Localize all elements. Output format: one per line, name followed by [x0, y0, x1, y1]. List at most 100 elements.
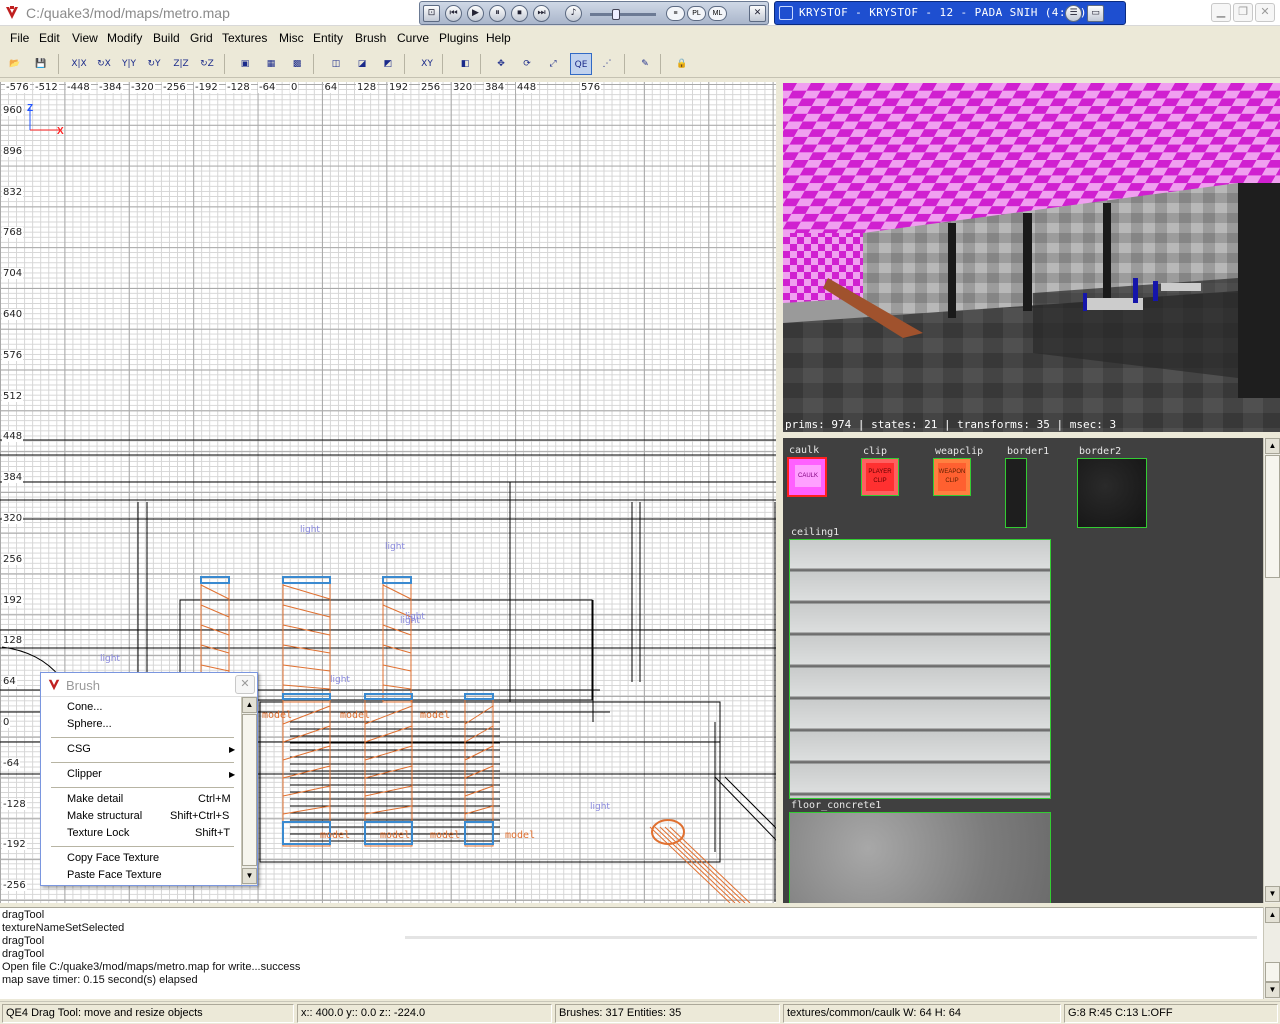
next-icon[interactable]: ⏭ [533, 5, 550, 22]
scroll-thumb[interactable] [1265, 455, 1280, 578]
scroll-thumb[interactable] [1265, 962, 1280, 982]
console-scrollbar[interactable]: ▲ ▼ [1263, 907, 1280, 999]
model-wire [382, 584, 412, 600]
railing-wire [669, 826, 751, 903]
menu-item-csg[interactable]: CSG [67, 743, 91, 755]
menu-item-sphere[interactable]: Sphere... [67, 718, 112, 730]
menu-plugins[interactable]: Plugins [439, 31, 478, 45]
rotate-z-icon[interactable]: ↻Z [196, 53, 218, 75]
light-entity-label: light [590, 802, 610, 812]
menu-grid[interactable]: Grid [190, 31, 213, 45]
v-axis-tick: 896 [2, 145, 24, 157]
texture-thumb-label: WEAPON CLIP [938, 463, 966, 491]
save-icon[interactable]: 💾 [30, 53, 52, 75]
rotate-icon[interactable]: ⟳ [516, 53, 538, 75]
menu-item-make-detail[interactable]: Make detail [67, 793, 123, 805]
scroll-down-icon[interactable]: ▼ [1265, 982, 1280, 998]
csg-subtract-icon[interactable]: ◪ [351, 53, 373, 75]
railing-wire [654, 826, 736, 903]
menu-bar: File Edit View Modify Build Grid Texture… [0, 27, 1280, 49]
flip-x-icon[interactable]: X|X [68, 53, 90, 75]
csg-merge-icon[interactable]: ◩ [377, 53, 399, 75]
menu-edit[interactable]: Edit [39, 31, 60, 45]
menu-misc[interactable]: Misc [279, 31, 304, 45]
menu-item-make-structural[interactable]: Make structural [67, 810, 142, 822]
translate-icon[interactable]: ✥ [490, 53, 512, 75]
change-view-icon[interactable]: XY [416, 53, 438, 75]
texture-browser[interactable]: caulk CAULK clip PLAYER CLIP weapclip WE… [783, 438, 1263, 903]
h-axis-tick: 576 [580, 82, 602, 93]
play-icon[interactable]: ▶ [467, 5, 484, 22]
scroll-thumb[interactable] [242, 714, 257, 866]
model-wire [464, 785, 494, 797]
menu-build[interactable]: Build [153, 31, 180, 45]
scroll-up-icon[interactable]: ▲ [1265, 907, 1280, 923]
camera-view[interactable]: prims: 974 | states: 21 | transforms: 35… [783, 83, 1280, 432]
volume-knob[interactable] [612, 9, 621, 20]
media-library-toggle[interactable]: ML [708, 6, 727, 21]
mini-close-icon[interactable]: ✕ [749, 5, 766, 22]
menu-item-clipper[interactable]: Clipper [67, 768, 102, 780]
flip-z-icon[interactable]: Z|Z [170, 53, 192, 75]
brush-menu-scrollbar[interactable]: ▲ ▼ [241, 697, 257, 885]
lock-icon[interactable]: 🔒 [671, 53, 693, 75]
prev-icon[interactable]: ⏮ [445, 5, 462, 22]
menu-file[interactable]: File [10, 31, 29, 45]
flip-y-icon[interactable]: Y|Y [118, 53, 140, 75]
menu-item-cone[interactable]: Cone... [67, 701, 102, 713]
model-wire [200, 584, 230, 600]
select-complete-icon[interactable]: ▣ [234, 53, 256, 75]
close-icon[interactable]: ✕ [235, 675, 255, 694]
menu-curve[interactable]: Curve [397, 31, 429, 45]
menu-textures[interactable]: Textures [222, 31, 267, 45]
menu-modify[interactable]: Modify [107, 31, 142, 45]
eq-toggle-icon[interactable]: ≡ [666, 6, 685, 21]
model-wire [364, 745, 413, 761]
volume-icon[interactable]: ♪ [565, 5, 582, 22]
menu-help[interactable]: Help [486, 31, 511, 45]
close-icon[interactable]: ✕ [1255, 3, 1275, 22]
menu-entity[interactable]: Entity [313, 31, 343, 45]
menu-view[interactable]: View [72, 31, 98, 45]
patch-icon[interactable]: ✎ [634, 53, 656, 75]
scroll-up-icon[interactable]: ▲ [1265, 438, 1280, 454]
select-inside-icon[interactable]: ▦ [260, 53, 282, 75]
scroll-down-icon[interactable]: ▼ [1265, 886, 1280, 902]
winamp-menu-icon[interactable]: ⊡ [423, 5, 440, 22]
stop-icon[interactable]: ⏹ [511, 5, 528, 22]
qe-drag-icon[interactable]: QE [570, 53, 592, 75]
pause-icon[interactable]: ⏸ [489, 5, 506, 22]
console-log[interactable]: dragTool textureNameSetSelected dragTool dr… [0, 907, 1263, 999]
texture-scrollbar[interactable]: ▲ ▼ [1263, 438, 1280, 903]
submenu-arrow-icon: ▶ [229, 745, 236, 754]
vertex-edit-icon[interactable]: ⋰ [596, 53, 618, 75]
console-divider [405, 936, 1257, 939]
maximize-icon[interactable]: ❐ [1233, 3, 1253, 22]
open-icon[interactable]: 📂 [4, 53, 26, 75]
h-axis-tick: 64 [323, 82, 339, 93]
light-entity-label: light [300, 525, 320, 535]
menu-item-texture-lock[interactable]: Texture Lock [67, 827, 129, 839]
playlist-toggle[interactable]: PL [687, 6, 706, 21]
playlist-menu-icon[interactable]: ☰ [1065, 5, 1082, 22]
menu-item-copy-face-texture[interactable]: Copy Face Texture [67, 852, 159, 864]
model-entity-label: model [505, 830, 536, 841]
texture-view-icon[interactable]: ◧ [454, 53, 476, 75]
minimize-icon[interactable]: ▁ [1211, 3, 1231, 22]
brush-edge [724, 776, 776, 829]
menu-brush[interactable]: Brush [355, 31, 386, 45]
scroll-down-icon[interactable]: ▼ [242, 868, 257, 884]
volume-slider[interactable] [590, 13, 656, 16]
scale-icon[interactable]: ⤢ [542, 53, 564, 75]
rotate-x-icon[interactable]: ↻X [93, 53, 115, 75]
mini-expand-icon[interactable]: ▭ [1087, 5, 1104, 22]
light-entity-label: light [100, 654, 120, 664]
select-touching-icon[interactable]: ▩ [286, 53, 308, 75]
csg-hollow-icon[interactable]: ◫ [325, 53, 347, 75]
texture-name: floor_concrete1 [791, 800, 882, 811]
texture-thumb [789, 812, 1051, 903]
model-wire [382, 644, 412, 654]
scroll-up-icon[interactable]: ▲ [242, 697, 257, 713]
menu-item-paste-face-texture[interactable]: Paste Face Texture [67, 869, 162, 881]
rotate-y-icon[interactable]: ↻Y [143, 53, 165, 75]
